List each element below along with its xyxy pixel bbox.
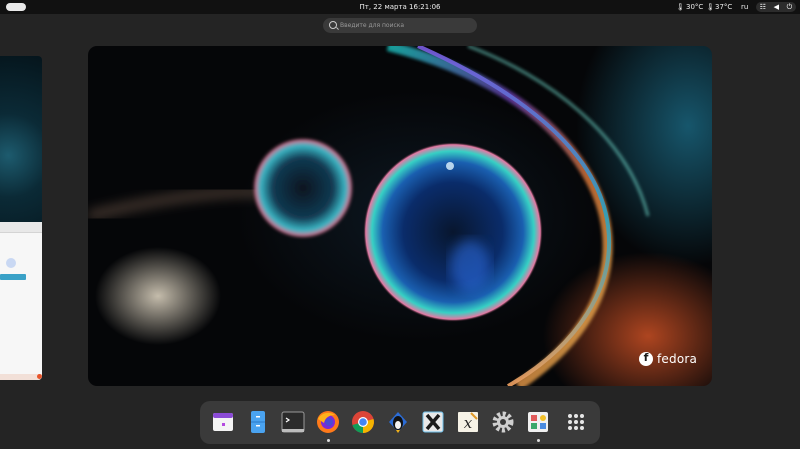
side-wallpaper [0, 56, 42, 222]
chrome-icon [352, 411, 374, 433]
app-footer [0, 374, 42, 380]
search-icon [329, 21, 337, 29]
terminal-app-icon[interactable] [280, 409, 306, 435]
temp-gpu: 37°C [715, 3, 733, 11]
side-app-thumbnail [0, 222, 42, 380]
terminal-icon [281, 411, 305, 433]
search-input[interactable]: Введите для поиска [323, 18, 477, 33]
side-window-preview[interactable] [0, 56, 42, 380]
app-grid-icon [568, 414, 584, 430]
settings-app-icon[interactable] [490, 409, 516, 435]
xmind-icon [422, 411, 444, 433]
power-icon: ⏻ [786, 3, 793, 11]
show-apps-button[interactable] [563, 409, 589, 435]
search-placeholder: Введите для поиска [340, 22, 405, 29]
notification-dot [37, 374, 42, 379]
running-indicator [327, 439, 330, 442]
chrome-app-icon[interactable] [350, 409, 376, 435]
top-bar: Пт, 22 марта 16:21:06 🌡 30°C 🌡 37°C ru ☷… [0, 0, 800, 14]
firefox-icon [317, 411, 339, 433]
dock: x [200, 401, 600, 444]
software-app-icon[interactable] [525, 409, 551, 442]
software-icon [528, 412, 548, 432]
app-header-strip [0, 222, 42, 233]
thermometer-icon: 🌡 [706, 3, 715, 11]
xournal-app-icon[interactable]: x [455, 409, 481, 435]
volume-icon: ◀ [773, 3, 780, 11]
files-icon [251, 411, 265, 433]
fedora-logo: fedora [639, 351, 698, 366]
app-button [0, 274, 26, 280]
xmind-app-icon[interactable] [420, 409, 446, 435]
fedora-logo-icon [639, 351, 653, 366]
firefox-app-icon[interactable] [315, 409, 341, 442]
mic-icon [6, 258, 16, 268]
system-menu[interactable]: ☷ ◀ ⏻ [756, 2, 796, 12]
fedora-logo-text: fedora [657, 352, 698, 366]
svg-text:x: x [464, 414, 473, 432]
wallpaper-art [88, 46, 650, 386]
calendar-icon [213, 413, 233, 431]
temp-cpu: 30°C [686, 3, 704, 11]
network-icon: ☷ [759, 3, 767, 11]
thermometer-icon: 🌡 [676, 3, 685, 11]
xournal-icon: x [458, 412, 478, 432]
running-indicator [537, 439, 540, 442]
workspace-preview[interactable]: fedora [88, 46, 712, 386]
keyboard-layout[interactable]: ru [741, 1, 748, 13]
tux-icon [389, 412, 407, 433]
calendar-app-icon[interactable] [210, 409, 236, 435]
tux-app-icon[interactable] [385, 409, 411, 435]
gear-icon [492, 411, 514, 433]
files-app-icon[interactable] [245, 409, 271, 435]
